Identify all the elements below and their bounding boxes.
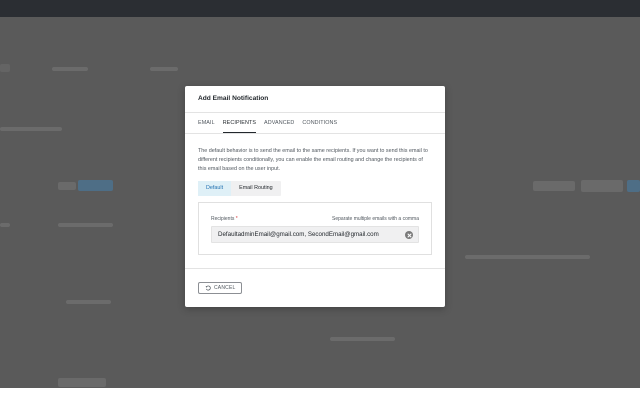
admin-top-bar	[0, 0, 640, 17]
tab-conditions[interactable]: CONDITIONS	[302, 113, 337, 133]
routing-option-email-routing[interactable]: Email Routing	[231, 181, 281, 196]
recipients-panel: Recipients * Separate multiple emails wi…	[198, 202, 432, 255]
recipients-description: The default behavior is to send the emai…	[198, 148, 428, 172]
dialog-title: Add Email Notification	[198, 95, 269, 102]
recipients-input[interactable]: DefaultadminEmail@gmail.com, SecondEmail…	[211, 226, 419, 243]
recipients-hint: Separate multiple emails with a comma	[332, 216, 419, 222]
bg-button	[627, 180, 640, 192]
recipients-input-value: DefaultadminEmail@gmail.com, SecondEmail…	[218, 231, 379, 238]
add-email-notification-dialog: Add Email Notification EMAIL RECIPIENTS …	[185, 86, 445, 307]
bg-text	[66, 300, 111, 304]
bg-text	[58, 223, 113, 227]
bg-text	[52, 67, 88, 71]
cancel-button-label: CANCEL	[214, 285, 236, 291]
tab-email[interactable]: EMAIL	[198, 113, 215, 133]
bg-button	[58, 378, 106, 387]
dialog-tabs: EMAIL RECIPIENTS ADVANCED CONDITIONS	[198, 113, 345, 133]
recipients-label-text: Recipients	[211, 216, 235, 222]
tabs-divider	[185, 133, 445, 134]
bottom-strip	[0, 388, 640, 401]
tab-advanced[interactable]: ADVANCED	[264, 113, 294, 133]
bg-button	[581, 180, 623, 192]
undo-icon	[205, 285, 211, 291]
bg-text	[465, 255, 590, 259]
bg-logo	[0, 64, 10, 72]
bg-button	[533, 181, 575, 191]
recipients-label: Recipients *	[211, 216, 238, 222]
bg-text	[150, 67, 178, 71]
clear-circle-icon[interactable]	[405, 231, 413, 239]
routing-option-default[interactable]: Default	[198, 181, 232, 196]
required-mark: *	[235, 216, 238, 222]
bg-text	[0, 223, 10, 227]
bg-button	[78, 180, 113, 191]
routing-toggle: Default Email Routing	[198, 181, 281, 196]
bg-button	[58, 182, 76, 190]
tab-recipients[interactable]: RECIPIENTS	[222, 113, 257, 133]
cancel-button[interactable]: CANCEL	[198, 282, 243, 294]
footer-divider	[185, 268, 445, 269]
bg-text	[0, 127, 62, 131]
bg-text	[330, 337, 395, 341]
